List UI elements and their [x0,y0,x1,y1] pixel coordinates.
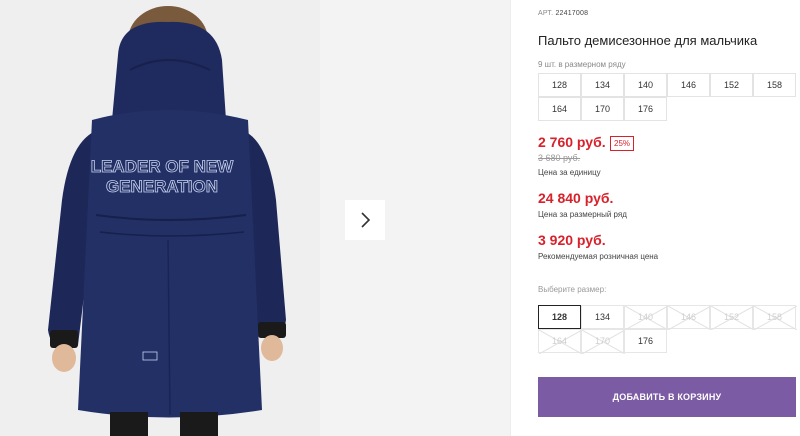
coat-print-line1: LEADER OF NEW [91,157,235,176]
size-option-134[interactable]: 134 [581,305,624,329]
product-panel: АРТ. 22417008 Пальто демисезонное для ма… [538,0,797,436]
size-option-158: 158 [753,305,797,330]
size-option-140: 140 [624,305,668,330]
size-option-128[interactable]: 128 [538,305,581,329]
choose-size-label: Выберите размер: [538,285,607,294]
size-option-176[interactable]: 176 [624,329,667,353]
size-option-164: 164 [538,329,582,354]
size-option-label: 170 [594,336,611,346]
size-run-cell: 134 [581,73,624,97]
size-option-label: 176 [637,336,654,346]
size-option-label: 128 [551,312,568,322]
size-run-cell: 152 [710,73,753,97]
size-run-cell: 140 [624,73,667,97]
coat-illustration: LEADER OF NEW GENERATION [0,0,320,436]
size-option-label: 140 [637,312,654,322]
size-option-label: 152 [723,312,740,322]
unit-price-caption: Цена за единицу [538,168,601,177]
size-option-label: 158 [766,312,783,322]
retail-price-caption: Рекомендуемая розничная цена [538,252,659,261]
size-option-label: 134 [594,312,611,322]
size-option-152: 152 [710,305,754,330]
size-run-cell: 128 [538,73,581,97]
article-value: 22417008 [555,10,589,17]
size-run-count: 9 шт. в размерном ряду [538,60,626,69]
size-option-170: 170 [581,329,625,354]
discount-badge: 25% [610,136,635,151]
size-run-cell: 164 [538,97,581,121]
unit-price: 2 760 руб. [538,134,606,150]
divider [510,0,511,436]
size-run-cell: 158 [753,73,796,97]
chevron-right-icon [361,212,371,228]
article-label: АРТ. [538,10,554,17]
old-price: 3 680 руб. [538,153,581,163]
product-photo[interactable]: LEADER OF NEW GENERATION [0,0,320,436]
size-option-label: 146 [680,312,697,322]
add-to-cart-button[interactable]: ДОБАВИТЬ В КОРЗИНУ [538,377,796,417]
size-option-146: 146 [667,305,711,330]
size-run-cell: 176 [624,97,667,121]
size-option-label: 164 [551,336,568,346]
product-gallery: LEADER OF NEW GENERATION [0,0,510,436]
product-title: Пальто демисезонное для мальчика [538,33,758,48]
size-run-price-caption: Цена за размерный ряд [538,210,627,219]
next-photo-button[interactable] [345,200,385,240]
coat-print-line2: GENERATION [106,177,218,196]
retail-price: 3 920 руб. [538,232,606,248]
size-run-price: 24 840 руб. [538,190,614,206]
article-number: АРТ. 22417008 [538,10,588,17]
size-run-cell: 170 [581,97,624,121]
size-run-cell: 146 [667,73,710,97]
